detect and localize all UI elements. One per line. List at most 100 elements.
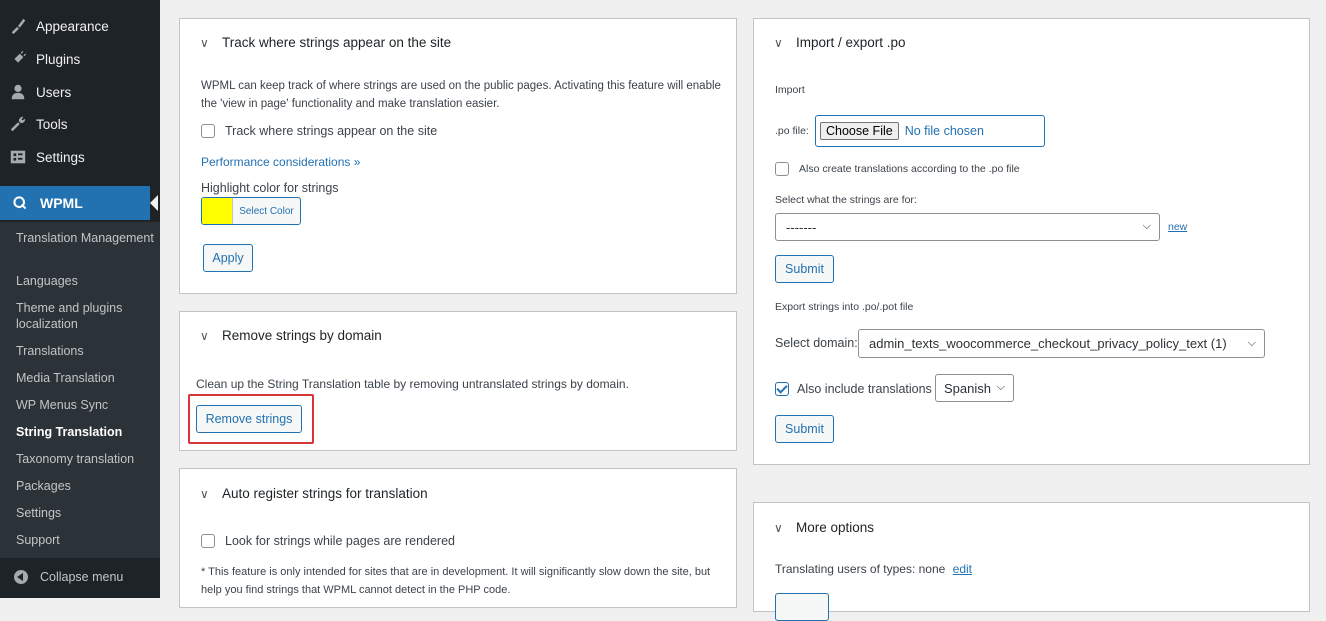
chevron-down-icon: ⌵ <box>996 380 1005 393</box>
users-icon <box>0 83 36 101</box>
select-domain-label: Select domain: <box>775 336 858 350</box>
submenu-item-packages[interactable]: Packages <box>16 478 156 494</box>
import-submit-button[interactable]: Submit <box>775 255 834 283</box>
no-file-label: No file chosen <box>904 124 984 138</box>
wpml-submenu: Translation Management Languages Theme a… <box>0 222 160 558</box>
color-swatch <box>202 198 232 224</box>
chevron-down-icon: ∨ <box>774 35 783 50</box>
language-select[interactable]: Spanish ⌵ <box>935 374 1014 402</box>
paintbrush-icon <box>0 17 36 35</box>
panel-title: More options <box>796 520 875 535</box>
export-submit-button[interactable]: Submit <box>775 415 834 443</box>
more-options-panel: ∨ More options Translating users of type… <box>753 502 1310 621</box>
submenu-item-theme-plugins-localization[interactable]: Theme and plugins localization <box>16 300 156 332</box>
submenu-item-languages[interactable]: Languages <box>16 273 156 289</box>
chevron-down-icon: ∨ <box>200 328 209 343</box>
submenu-item-support[interactable]: Support <box>16 532 156 548</box>
include-translations-label: Also include translations <box>797 382 932 396</box>
panel-header[interactable]: ∨ Track where strings appear on the site <box>200 35 451 50</box>
settings-icon <box>0 148 36 166</box>
current-menu-arrow <box>150 195 158 211</box>
panel-title: Track where strings appear on the site <box>222 35 452 50</box>
auto-checkbox[interactable] <box>201 534 215 548</box>
menu-item-appearance[interactable]: Appearance <box>0 9 160 43</box>
chevron-down-icon: ∨ <box>200 486 209 501</box>
import-export-panel: ∨ Import / export .po Import .po file: C… <box>753 18 1310 465</box>
also-create-checkbox[interactable] <box>775 162 789 176</box>
choose-file-button[interactable]: Choose File <box>820 122 899 140</box>
strings-for-value: ------- <box>786 219 817 235</box>
remove-strings-button[interactable]: Remove strings <box>196 405 302 433</box>
auto-register-panel: ∨ Auto register strings for translation … <box>179 468 737 608</box>
menu-item-wpml[interactable]: WPML <box>0 186 158 220</box>
menu-label: Plugins <box>36 51 81 67</box>
admin-sidebar: Appearance Plugins Users Tools Settings … <box>0 0 160 598</box>
menu-label: Users <box>36 84 72 100</box>
highlight-color-label: Highlight color for strings <box>201 181 339 195</box>
collapse-label: Collapse menu <box>40 570 124 584</box>
panel-header[interactable]: ∨ Import / export .po <box>774 35 906 50</box>
track-strings-panel: ∨ Track where strings appear on the site… <box>179 18 737 294</box>
auto-note: * This feature is only intended for site… <box>201 566 711 596</box>
chevron-down-icon: ∨ <box>200 35 209 50</box>
also-create-row[interactable]: Also create translations according to th… <box>775 160 1020 178</box>
include-translations-row[interactable]: Also include translations <box>775 380 932 398</box>
menu-label: WPML <box>40 195 83 211</box>
panel-title: Remove strings by domain <box>222 328 382 343</box>
menu-item-tools[interactable]: Tools <box>0 107 160 141</box>
language-value: Spanish <box>944 380 991 396</box>
auto-checkbox-row[interactable]: Look for strings while pages are rendere… <box>201 532 455 550</box>
auto-checkbox-label: Look for strings while pages are rendere… <box>225 534 455 548</box>
export-heading: Export strings into .po/.pot file <box>775 301 914 313</box>
submenu-item-media-translation[interactable]: Media Translation <box>16 370 156 386</box>
import-heading: Import <box>775 84 805 96</box>
translating-users-label: Translating users of types: none <box>775 562 946 576</box>
panel-title: Auto register strings for translation <box>222 486 428 501</box>
menu-label: Appearance <box>36 18 109 34</box>
submenu-item-translations[interactable]: Translations <box>16 343 156 359</box>
track-checkbox-label: Track where strings appear on the site <box>225 124 438 138</box>
submenu-item-string-translation[interactable]: String Translation <box>16 424 156 440</box>
track-description: WPML can keep track of where strings are… <box>201 80 721 110</box>
menu-item-settings[interactable]: Settings <box>0 140 160 174</box>
track-checkbox[interactable] <box>201 124 215 138</box>
submenu-item-translation-management[interactable]: Translation Management <box>16 230 156 246</box>
strings-for-select[interactable]: ------- ⌵ <box>775 213 1160 241</box>
wrench-icon <box>0 115 36 133</box>
wpml-icon <box>0 195 40 211</box>
panel-header[interactable]: ∨ Remove strings by domain <box>200 328 382 343</box>
collapse-menu-button[interactable]: Collapse menu <box>0 562 160 592</box>
color-picker-button[interactable]: Select Color <box>201 197 301 225</box>
translating-users-row: Translating users of types: none edit <box>775 560 972 578</box>
remove-strings-panel: ∨ Remove strings by domain Clean up the … <box>179 311 737 451</box>
new-link[interactable]: new <box>1168 218 1187 236</box>
collapse-icon <box>14 570 28 584</box>
submenu-item-wp-menus-sync[interactable]: WP Menus Sync <box>16 397 156 413</box>
domain-value: admin_texts_woocommerce_checkout_privacy… <box>869 336 1227 351</box>
chevron-down-icon: ⌵ <box>1247 336 1256 349</box>
apply-button[interactable]: Apply <box>203 244 253 272</box>
chevron-down-icon: ⌵ <box>1142 219 1151 232</box>
submenu-item-taxonomy-translation[interactable]: Taxonomy translation <box>16 451 156 467</box>
panel-header[interactable]: ∨ More options <box>774 520 874 535</box>
also-create-label: Also create translations according to th… <box>799 163 1020 175</box>
select-for-label: Select what the strings are for: <box>775 194 917 206</box>
po-file-label: .po file: <box>775 125 809 137</box>
select-color-label: Select Color <box>232 198 300 224</box>
plugin-icon <box>0 50 36 68</box>
submenu-item-settings[interactable]: Settings <box>16 505 156 521</box>
file-input[interactable]: Choose File No file chosen <box>815 115 1045 147</box>
remove-description: Clean up the String Translation table by… <box>196 377 629 391</box>
include-translations-checkbox[interactable] <box>775 382 789 396</box>
panel-title: Import / export .po <box>796 35 906 50</box>
more-options-button[interactable] <box>775 593 829 621</box>
menu-label: Tools <box>36 116 68 132</box>
track-checkbox-row[interactable]: Track where strings appear on the site <box>201 122 437 140</box>
panel-header[interactable]: ∨ Auto register strings for translation <box>200 486 428 501</box>
domain-select[interactable]: admin_texts_woocommerce_checkout_privacy… <box>858 329 1265 358</box>
menu-label: Settings <box>36 149 85 165</box>
performance-link[interactable]: Performance considerations » <box>201 153 360 171</box>
edit-link[interactable]: edit <box>953 562 972 576</box>
menu-item-users[interactable]: Users <box>0 75 160 109</box>
menu-item-plugins[interactable]: Plugins <box>0 42 160 76</box>
